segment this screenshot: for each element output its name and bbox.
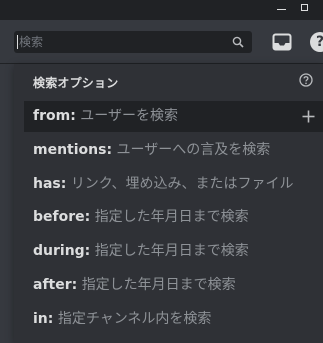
search-option-from[interactable]: from: ユーザーを検索 [24,101,323,132]
search-input[interactable] [19,31,224,53]
inbox-icon[interactable] [272,32,292,52]
option-hint: 指定した年月日まで検索 [94,209,249,225]
minimize-icon[interactable] [277,9,286,10]
search-option-mentions[interactable]: mentions: ユーザーへの言及を検索 [24,135,323,166]
channel-header: ? [0,20,323,64]
search-icon[interactable] [232,36,244,48]
option-hint: 指定した年月日まで検索 [81,277,236,293]
plus-icon[interactable] [302,110,315,123]
help-icon[interactable] [299,73,313,87]
option-hint: 指定チャンネル内を検索 [57,311,212,327]
search-option-after[interactable]: after: 指定した年月日まで検索 [24,270,323,301]
option-hint: ユーザーを検索 [80,108,178,124]
popout-title: 検索オプション [33,76,119,90]
help-icon[interactable]: ? [310,32,323,52]
search-option-during[interactable]: during: 指定した年月日まで検索 [24,236,323,267]
option-key: during: [33,243,91,259]
search-options-popout: 検索オプション from: ユーザーを検索 mentions: ユーザーへの言及… [14,64,323,343]
search-bar[interactable] [14,31,252,53]
option-key: after: [33,277,78,293]
search-option-in[interactable]: in: 指定チャンネル内を検索 [24,304,323,335]
maximize-icon[interactable] [301,4,308,11]
text-caret [17,35,18,49]
option-hint: リンク、埋め込み、またはファイル [70,176,294,192]
search-option-before[interactable]: before: 指定した年月日まで検索 [24,202,323,233]
option-hint: ユーザーへの言及を検索 [116,142,271,158]
window-titlebar [0,0,323,20]
option-key: mentions: [33,142,113,158]
option-key: in: [33,311,54,327]
option-key: from: [33,108,76,124]
option-key: has: [33,176,67,192]
option-key: before: [33,209,91,225]
search-option-has[interactable]: has: リンク、埋め込み、またはファイル [24,169,323,200]
option-hint: 指定した年月日まで検索 [94,243,249,259]
